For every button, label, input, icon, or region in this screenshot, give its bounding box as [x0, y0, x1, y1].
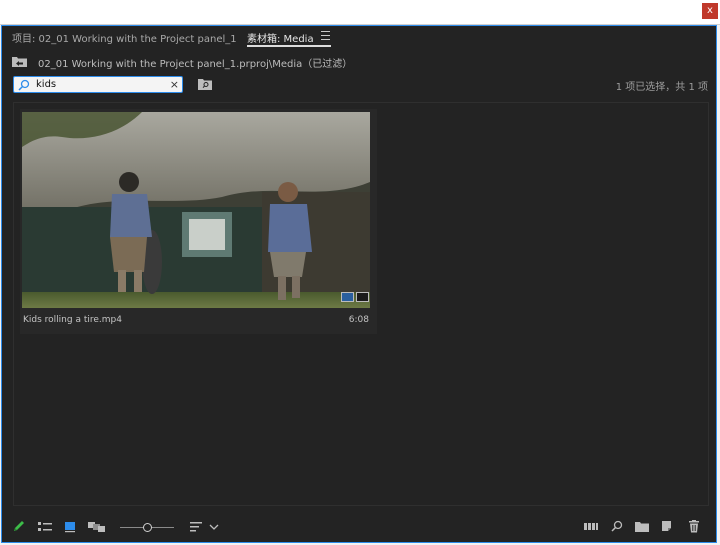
active-tab-indicator	[247, 45, 331, 47]
trash-icon[interactable]	[687, 520, 701, 533]
find-icon[interactable]	[610, 520, 624, 533]
freeform-view-icon[interactable]	[88, 520, 106, 533]
automate-sequence-icon[interactable]	[584, 520, 598, 533]
search-input[interactable]	[36, 78, 156, 91]
folder-up-icon[interactable]	[12, 56, 28, 68]
zoom-slider-handle[interactable]	[143, 523, 152, 532]
selection-status: 1 项已选择，共 1 项	[615, 82, 708, 93]
video-usage-icon	[341, 292, 354, 302]
breadcrumb: 02_01 Working with the Project panel_1.p…	[12, 54, 702, 70]
panel-tabs: 项目: 02_01 Working with the Project panel…	[2, 26, 716, 48]
clip-name[interactable]: Kids rolling a tire.mp4	[23, 315, 122, 325]
new-item-icon[interactable]	[661, 520, 675, 533]
bin-content-grid: Kids rolling a tire.mp4 6:08	[13, 102, 709, 506]
clear-search-icon[interactable]: ×	[170, 78, 179, 91]
new-search-bin-icon[interactable]	[198, 78, 212, 90]
pencil-icon[interactable]	[12, 520, 26, 533]
clip-duration: 6:08	[348, 315, 369, 325]
bottom-toolbar	[2, 514, 716, 540]
window-titlebar: x	[0, 0, 720, 25]
list-view-icon[interactable]	[38, 520, 52, 533]
clip-thumbnail-image	[22, 112, 370, 308]
icon-view-icon[interactable]	[64, 520, 78, 533]
tab-bin-media[interactable]: 素材箱: Media	[247, 30, 314, 45]
chevron-down-icon[interactable]	[209, 520, 219, 533]
bin-path: 02_01 Working with the Project panel_1.p…	[38, 59, 353, 70]
sort-icon[interactable]	[190, 520, 204, 533]
search-box[interactable]: ×	[13, 76, 183, 93]
new-bin-icon[interactable]	[635, 520, 649, 533]
clip-thumbnail-card[interactable]: Kids rolling a tire.mp4 6:08	[20, 109, 377, 334]
tab-project[interactable]: 项目: 02_01 Working with the Project panel…	[12, 30, 237, 45]
clip-link-icon	[356, 292, 369, 302]
search-icon	[18, 79, 30, 91]
close-button[interactable]: x	[702, 3, 718, 19]
clip-thumbnail	[22, 112, 370, 308]
panel-menu-icon[interactable]	[321, 31, 330, 40]
project-panel: 项目: 02_01 Working with the Project panel…	[1, 25, 717, 543]
